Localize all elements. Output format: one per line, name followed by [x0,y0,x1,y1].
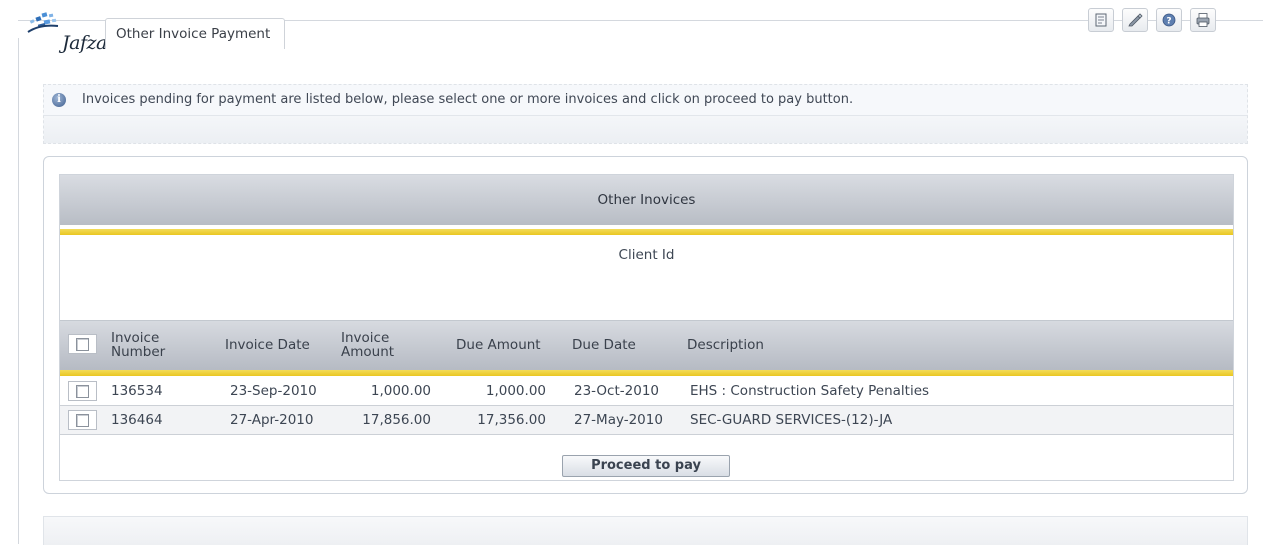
client-id-label: Client Id [618,247,675,263]
due-date: 27-May-2010 [574,412,663,428]
description: EHS : Construction Safety Penalties [690,383,930,399]
section-title: Other Inovices [60,175,1233,225]
row-checkbox-wrapper [68,410,97,430]
table-row[interactable]: 136534 23-Sep-2010 1,000.00 1,000.00 23-… [60,377,1233,406]
edit-icon [1128,13,1143,27]
invoice-amount: 17,856.00 [362,412,431,428]
col-invoice-amount: Invoice Amount [341,330,395,360]
document-button[interactable] [1088,8,1114,32]
info-message: Invoices pending for payment are listed … [82,92,854,107]
invoices-section: Other Inovices Client Id Invoice Number … [59,174,1234,481]
section-divider [60,229,1233,235]
invoice-date: 23-Sep-2010 [230,383,317,399]
help-button[interactable]: ? [1156,8,1182,32]
col-invoice-date: Invoice Date [225,337,310,353]
page-title: Other Invoice Payment [105,18,286,49]
due-amount: 17,356.00 [477,412,546,428]
invoice-number: 136464 [111,412,163,428]
info-bar-footer [44,115,1247,143]
help-icon: ? [1162,13,1176,27]
invoices-panel: Other Inovices Client Id Invoice Number … [43,156,1248,494]
select-all-checkbox[interactable] [76,338,89,351]
due-date: 23-Oct-2010 [574,383,659,399]
invoice-amount: 1,000.00 [370,383,431,399]
col-description: Description [687,337,764,353]
table-row[interactable]: 136464 27-Apr-2010 17,856.00 17,356.00 2… [60,406,1233,435]
toolbar: ? [1088,8,1216,32]
info-icon: i [52,93,66,107]
invoice-number: 136534 [111,383,163,399]
info-message-bar: i Invoices pending for payment are liste… [43,84,1248,144]
col-due-amount: Due Amount [456,337,541,353]
due-amount: 1,000.00 [485,383,546,399]
row-checkbox[interactable] [76,385,89,398]
row-checkbox[interactable] [76,414,89,427]
col-invoice-number: Invoice Number [111,330,166,360]
invoice-date: 27-Apr-2010 [230,412,314,428]
row-checkbox-wrapper [68,381,97,401]
logo-text: Jafza [62,32,107,54]
select-all-wrapper [68,334,97,354]
proceed-to-pay-button[interactable]: Proceed to pay [562,455,730,477]
logo-mark-icon [27,12,59,33]
page-frame [18,38,19,544]
edit-button[interactable] [1122,8,1148,32]
description: SEC-GUARD SERVICES-(12)-JA [690,412,893,428]
printer-icon [1196,13,1210,27]
print-button[interactable] [1190,8,1216,32]
table-header-divider [60,370,1233,376]
jafza-logo: Jafza [24,10,110,54]
footer-bar [43,516,1248,545]
document-icon [1095,13,1107,27]
svg-text:?: ? [1166,17,1171,27]
col-due-date: Due Date [572,337,636,353]
invoice-table-header: Invoice Number Invoice Date Invoice Amou… [60,320,1233,371]
